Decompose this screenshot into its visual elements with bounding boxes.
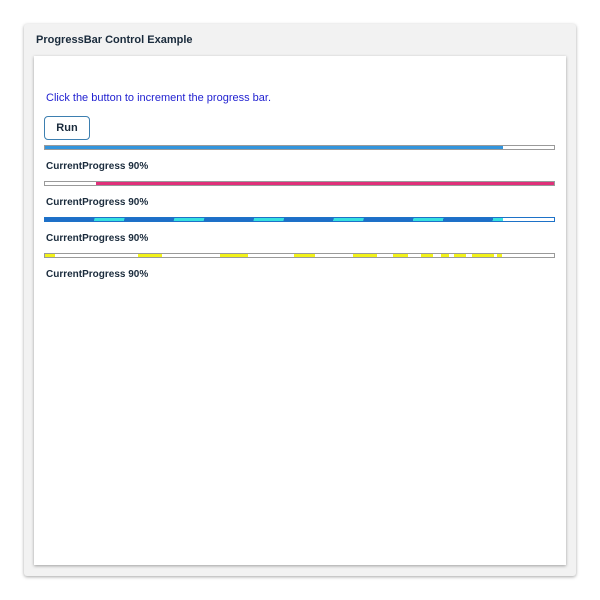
progress-segment xyxy=(472,254,494,257)
progress-segment xyxy=(294,254,315,257)
progress-caption-2: CurrentProgress 90% xyxy=(46,197,149,208)
progress-caption-1: CurrentProgress 90% xyxy=(46,161,149,172)
progress-fill xyxy=(95,182,554,185)
progress-bar-1 xyxy=(44,145,555,150)
run-button[interactable]: Run xyxy=(44,116,90,140)
progress-caption-4: CurrentProgress 90% xyxy=(46,269,149,280)
example-window: ProgressBar Control Example Click the bu… xyxy=(24,24,576,576)
progress-segment xyxy=(220,254,248,257)
window-title: ProgressBar Control Example xyxy=(36,34,193,46)
progress-segment xyxy=(138,254,162,257)
progress-fill xyxy=(45,218,504,221)
progress-caption-3: CurrentProgress 90% xyxy=(46,233,149,244)
progress-fill xyxy=(45,146,504,149)
progress-segment xyxy=(421,254,433,257)
progress-fill xyxy=(45,254,503,257)
progress-bar-4 xyxy=(44,253,555,258)
progress-segment xyxy=(454,254,466,257)
progress-segment xyxy=(441,254,449,257)
progress-segment xyxy=(497,254,502,257)
progress-segment xyxy=(393,254,408,257)
content-panel: Click the button to increment the progre… xyxy=(34,56,566,565)
progress-segment xyxy=(45,254,55,257)
progress-segment xyxy=(353,254,377,257)
instruction-text: Click the button to increment the progre… xyxy=(46,92,272,104)
progress-bar-3 xyxy=(44,217,555,222)
progress-bar-2 xyxy=(44,181,555,186)
